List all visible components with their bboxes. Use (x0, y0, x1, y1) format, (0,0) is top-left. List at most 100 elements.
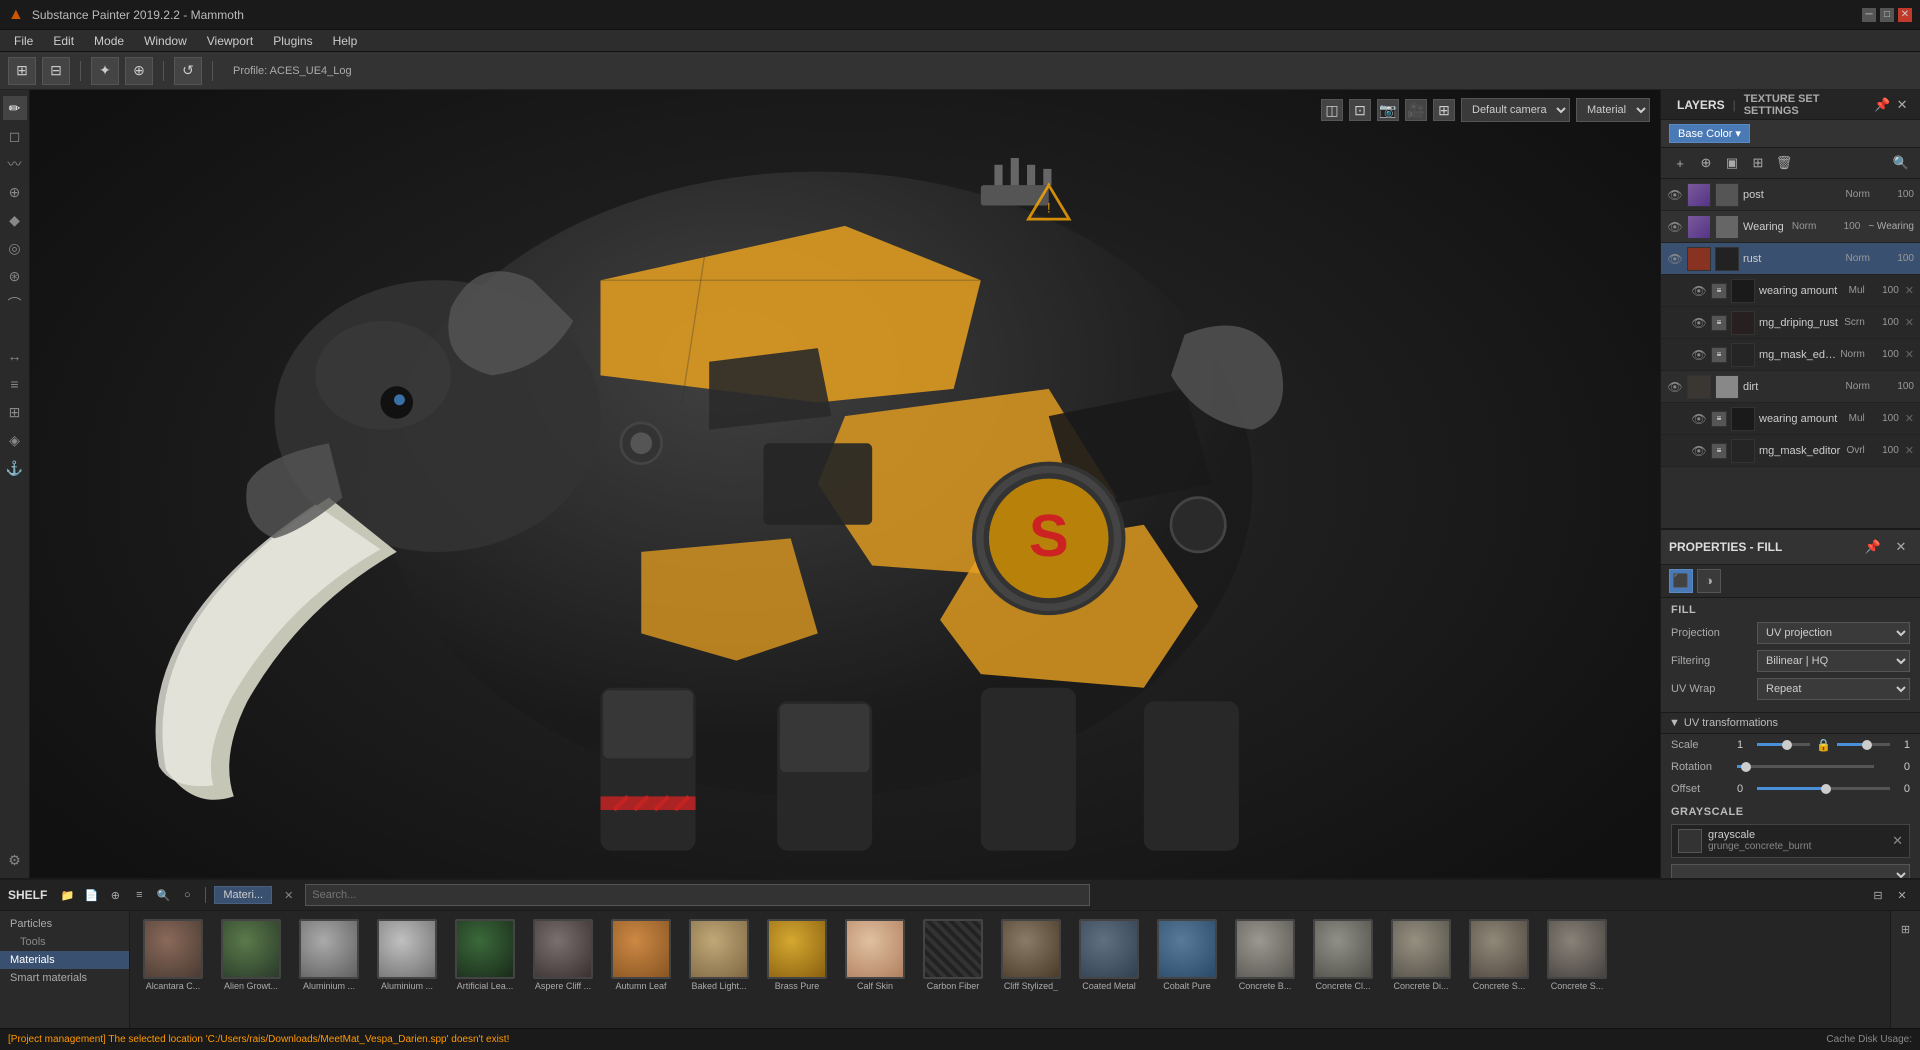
close-button[interactable]: ✕ (1898, 8, 1912, 22)
anchor-tool[interactable]: ⚓ (3, 456, 27, 480)
settings-left-tool[interactable]: ⚙ (3, 848, 27, 872)
layers-left-tool[interactable]: ≡ (3, 372, 27, 396)
shelf-circle-btn[interactable]: ○ (177, 885, 197, 905)
menu-edit[interactable]: Edit (43, 32, 84, 50)
maximize-button[interactable]: □ (1880, 8, 1894, 22)
shelf-folder-btn[interactable]: 📁 (57, 885, 77, 905)
shelf-item[interactable]: Autumn Leaf (606, 919, 676, 991)
smudge-tool[interactable]: 〰 (3, 152, 27, 176)
menu-viewport[interactable]: Viewport (197, 32, 263, 50)
layer-item[interactable]: 👁 Wearing Norm 100 ~ Wearing (1661, 211, 1920, 243)
base-color-channel-btn[interactable]: Base Color ▾ (1669, 124, 1750, 143)
fill-tool[interactable]: ◆ (3, 208, 27, 232)
shelf-cat-materials[interactable]: Materials (0, 951, 129, 969)
layer-item-sub[interactable]: 👁 ≡ mg_driping_rust Scrn 100 ✕ (1661, 307, 1920, 339)
menu-file[interactable]: File (4, 32, 43, 50)
shelf-materials-tab[interactable]: Materi... (214, 886, 272, 904)
add-fill-layer-btn[interactable]: ⊕ (1695, 152, 1717, 174)
shelf-cat-tools[interactable]: Tools (0, 933, 129, 951)
layer-visibility-toggle[interactable]: 👁 (1691, 347, 1707, 363)
layer-delete-icon[interactable]: ✕ (1905, 316, 1914, 329)
uvwrap-select[interactable]: Repeat (1757, 678, 1910, 700)
menu-plugins[interactable]: Plugins (263, 32, 322, 50)
shelf-item[interactable]: Cobalt Pure (1152, 919, 1222, 991)
tab-texture-settings[interactable]: TEXTURE SET SETTINGS (1736, 93, 1873, 117)
camera-select[interactable]: Default camera (1461, 98, 1570, 122)
scale-slider-2-track[interactable] (1837, 743, 1890, 746)
rotate-button[interactable]: ↺ (174, 57, 202, 85)
grayscale-remove-btn[interactable]: ✕ (1892, 833, 1903, 849)
eraser-tool[interactable]: ◻ (3, 124, 27, 148)
shelf-item[interactable]: Concrete Di... (1386, 919, 1456, 991)
close-panel-button[interactable]: ✕ (1892, 94, 1912, 116)
layer-delete-icon[interactable]: ✕ (1905, 348, 1914, 361)
pin-button[interactable]: 📌 (1872, 94, 1892, 116)
layer-item-sub[interactable]: 👁 ≡ wearing amount Mul 100 ✕ (1661, 275, 1920, 307)
menu-mode[interactable]: Mode (84, 32, 134, 50)
duplicate-layer-btn[interactable]: ⊞ (1747, 152, 1769, 174)
fill-tab[interactable]: ⬛ (1669, 569, 1693, 593)
shelf-item[interactable]: Artificial Lea... (450, 919, 520, 991)
shelf-filter-btn[interactable]: 🔍 (153, 885, 173, 905)
lock-aspect-icon[interactable]: 🔒 (1816, 738, 1831, 752)
scale-slider-2-handle[interactable] (1862, 740, 1872, 750)
scale-slider-handle[interactable] (1782, 740, 1792, 750)
shelf-item[interactable]: Concrete S... (1464, 919, 1534, 991)
lasso-tool[interactable]: ⌒ (3, 292, 27, 316)
add-paint-layer-btn[interactable]: + (1669, 152, 1691, 174)
menu-window[interactable]: Window (134, 32, 197, 50)
viewport-icon-2[interactable]: ⊡ (1349, 99, 1371, 121)
grid-view-button[interactable]: ⊟ (42, 57, 70, 85)
projection-select[interactable]: UV projection (1757, 622, 1910, 644)
layer-visibility-toggle[interactable]: 👁 (1667, 251, 1683, 267)
shelf-close-tab[interactable]: ✕ (276, 887, 301, 904)
layer-item-sub[interactable]: 👁 ≡ wearing amount Mul 100 ✕ (1661, 403, 1920, 435)
shelf-item[interactable]: Calf Skin (840, 919, 910, 991)
brush-settings-tool[interactable]: ⊞ (3, 400, 27, 424)
paint-tool[interactable]: ✏ (3, 96, 27, 120)
material-tab[interactable]: ◑ (1697, 569, 1721, 593)
grayscale-item[interactable]: grayscale grunge_concrete_burnt ✕ (1671, 824, 1910, 858)
transform-left-tool[interactable]: ↔ (3, 344, 27, 368)
shelf-expand-btn[interactable]: ⊟ (1868, 885, 1888, 905)
viewport-icon-3[interactable]: 📷 (1377, 99, 1399, 121)
shelf-file-btn[interactable]: 📄 (81, 885, 101, 905)
shelf-cat-smart-materials[interactable]: Smart materials (0, 969, 129, 987)
shelf-item[interactable]: Carbon Fiber (918, 919, 988, 991)
layer-item[interactable]: 👁 rust Norm 100 (1661, 243, 1920, 275)
render-mode-select[interactable]: Material (1576, 98, 1650, 122)
shelf-search-input[interactable] (305, 884, 1089, 906)
layer-item[interactable]: 👁 post Norm 100 (1661, 179, 1920, 211)
shelf-item[interactable]: Brass Pure (762, 919, 832, 991)
tab-layers[interactable]: LAYERS (1669, 98, 1733, 112)
shelf-item[interactable]: Baked Light... (684, 919, 754, 991)
scale-slider-track[interactable] (1757, 743, 1810, 746)
transform-button[interactable]: ✦ (91, 57, 119, 85)
shelf-item[interactable]: Concrete S... (1542, 919, 1612, 991)
layer-visibility-toggle[interactable]: 👁 (1667, 379, 1683, 395)
layer-visibility-toggle[interactable]: 👁 (1691, 443, 1707, 459)
pin-properties-btn[interactable]: 📌 (1862, 536, 1884, 558)
shelf-item[interactable]: Concrete Cl... (1308, 919, 1378, 991)
search-layers-btn[interactable]: 🔍 (1890, 152, 1912, 174)
shelf-item[interactable]: Alcantara C... (138, 919, 208, 991)
rotation-slider-handle[interactable] (1741, 762, 1751, 772)
layer-visibility-toggle[interactable]: 👁 (1667, 187, 1683, 203)
layer-visibility-toggle[interactable]: 👁 (1691, 315, 1707, 331)
shelf-item[interactable]: Aluminium ... (372, 919, 442, 991)
eye-dropper-tool[interactable]: ⊛ (3, 264, 27, 288)
clone-tool[interactable]: ⊕ (3, 180, 27, 204)
material-tool[interactable]: ◈ (3, 428, 27, 452)
viewport-icon-4[interactable]: 🎥 (1405, 99, 1427, 121)
offset-slider-handle[interactable] (1821, 784, 1831, 794)
shelf-grid-btn[interactable]: ⊞ (1896, 919, 1916, 939)
add-group-btn[interactable]: ▣ (1721, 152, 1743, 174)
delete-layer-btn[interactable]: 🗑 (1773, 152, 1795, 174)
uv-transformations-header[interactable]: ▼ UV transformations (1661, 712, 1920, 734)
shelf-item[interactable]: Alien Growt... (216, 919, 286, 991)
shelf-item[interactable]: Cliff Stylized_ (996, 919, 1066, 991)
layer-item[interactable]: 👁 dirt Norm 100 (1661, 371, 1920, 403)
shelf-item[interactable]: Concrete B... (1230, 919, 1300, 991)
shelf-item[interactable]: Coated Metal (1074, 919, 1144, 991)
layer-item-sub[interactable]: 👁 ≡ mg_mask_editor Norm 100 ✕ (1661, 339, 1920, 371)
